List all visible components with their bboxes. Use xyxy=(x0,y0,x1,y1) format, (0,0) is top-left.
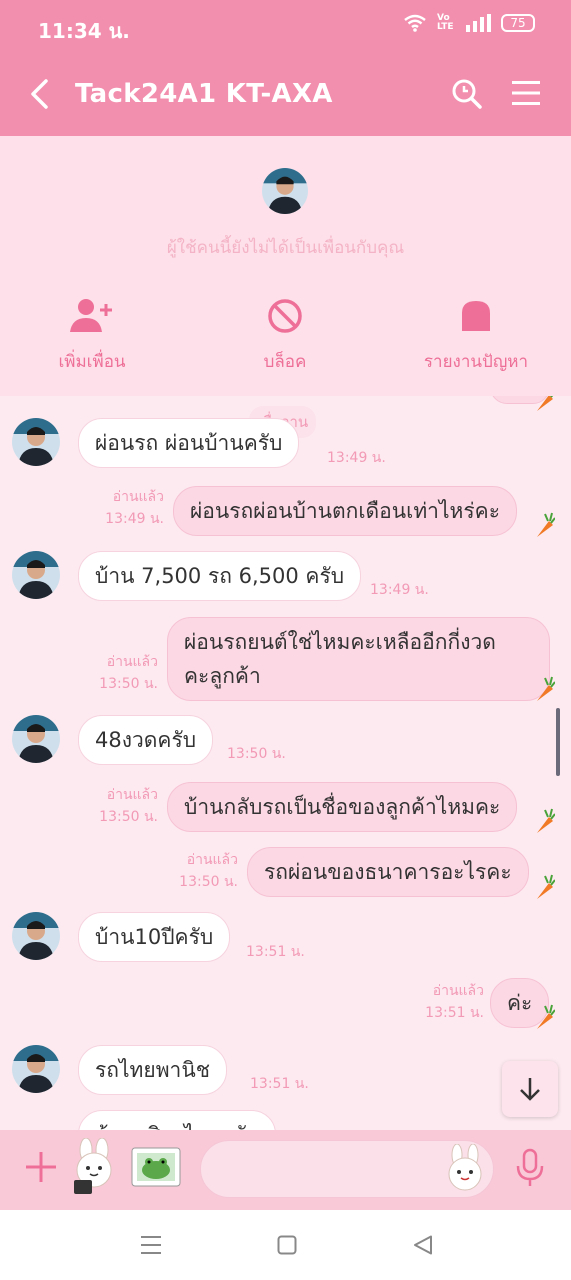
chat-header: Tack24A1 KT-AXA xyxy=(0,52,571,136)
message-time: 13:50 น. xyxy=(99,676,158,692)
message-time: 13:50 น. xyxy=(99,809,158,825)
message-meta: อ่านแล้ว 13:50 น. xyxy=(172,849,238,893)
microphone-icon[interactable] xyxy=(514,1148,546,1188)
message-meta: อ่านแล้ว 13:50 น. xyxy=(92,651,158,695)
add-friend-button[interactable]: เพิ่มเพื่อน xyxy=(52,296,132,375)
message-bubble-in[interactable]: 48งวดครับ xyxy=(78,715,214,765)
battery-icon: 75 xyxy=(501,14,535,32)
report-label: รายงานปัญหา xyxy=(423,352,529,372)
back-arrow-icon[interactable] xyxy=(28,78,52,110)
read-receipt: อ่านแล้ว xyxy=(106,787,158,803)
message-bubble-in[interactable]: ผ่อนรถ ผ่อนบ้านครับ xyxy=(78,418,300,468)
message-bubble-out[interactable]: ผ่อนรถยนต์ใช่ไหมคะเหลืออีกกี่งวด คะลูกค้… xyxy=(167,617,550,701)
profile-avatar[interactable] xyxy=(262,168,308,214)
block-label: บล็อค xyxy=(263,352,307,372)
chat-area[interactable]: เมื่อวาน ผ่อนรถ ผ่อนบ้านครับ 13:49 น. อ่… xyxy=(0,396,571,1130)
read-receipt: อ่านแล้ว xyxy=(186,852,238,868)
carrot-icon xyxy=(537,396,554,411)
sender-avatar[interactable] xyxy=(12,551,60,599)
sticker-cony-icon[interactable] xyxy=(68,1138,122,1200)
message-bubble-in[interactable]: บ้าน10ปีครับ xyxy=(78,912,231,962)
sticker-frog-icon[interactable] xyxy=(130,1144,182,1190)
volte-icon: Vo LTE xyxy=(437,13,454,32)
wifi-icon xyxy=(404,14,426,32)
message-line: ผ่อนรถยนต์ใช่ไหมคะเหลืออีกกี่งวด xyxy=(184,630,496,654)
message-time: 13:51 น. xyxy=(246,944,305,960)
read-receipt: อ่านแล้ว xyxy=(106,654,158,670)
arrow-down-icon xyxy=(520,1078,540,1101)
scrollbar[interactable] xyxy=(556,708,560,776)
sender-avatar[interactable] xyxy=(12,912,60,960)
message-time: 13:49 น. xyxy=(327,450,386,466)
message-bubble-in[interactable]: รถไทยพานิช xyxy=(78,1045,227,1095)
sender-avatar[interactable] xyxy=(12,715,60,763)
carrot-icon xyxy=(537,874,555,899)
sender-avatar[interactable] xyxy=(12,418,60,466)
menu-icon[interactable] xyxy=(512,80,540,106)
scroll-to-bottom-button[interactable] xyxy=(502,1061,558,1117)
status-bar: 11:34 น. Vo LTE 75 xyxy=(0,0,571,52)
search-icon[interactable] xyxy=(451,78,483,110)
home-icon[interactable] xyxy=(277,1235,297,1255)
chat-title: Tack24A1 KT-AXA xyxy=(75,79,333,109)
carrot-icon xyxy=(537,808,555,833)
block-button[interactable]: บล็อค xyxy=(245,296,325,375)
message-time: 13:51 น. xyxy=(250,1076,309,1092)
add-friend-label: เพิ่มเพื่อน xyxy=(58,352,126,372)
message-meta: อ่านแล้ว 13:50 น. xyxy=(92,784,158,828)
message-input-bar xyxy=(0,1130,571,1210)
message-meta: อ่านแล้ว 13:49 น. xyxy=(100,486,164,530)
report-button[interactable]: รายงานปัญหา xyxy=(410,296,542,375)
plus-icon[interactable] xyxy=(24,1150,58,1184)
message-line: คะลูกค้า xyxy=(184,664,261,688)
sender-avatar[interactable] xyxy=(12,1045,60,1093)
emoji-icon[interactable] xyxy=(444,1144,486,1192)
message-time: 13:50 น. xyxy=(227,746,286,762)
signal-icon xyxy=(466,14,491,32)
block-icon xyxy=(268,299,302,333)
message-time: 13:49 น. xyxy=(370,582,429,598)
status-time: 11:34 น. xyxy=(38,19,130,43)
read-receipt: อ่านแล้ว xyxy=(432,983,484,999)
message-meta: อ่านแล้ว 13:51 น. xyxy=(414,980,484,1024)
system-nav-bar xyxy=(0,1210,571,1280)
message-bubble-out[interactable]: รถผ่อนของธนาคารอะไรคะ xyxy=(247,847,529,897)
message-time: 13:49 น. xyxy=(105,511,164,527)
message-time: 13:50 น. xyxy=(179,874,238,890)
message-bubble-out[interactable]: บ้านกลับรถเป็นชื่อของลูกค้าไหมคะ xyxy=(167,782,518,832)
message-bubble-in[interactable]: บ้าน 7,500 รถ 6,500 ครับ xyxy=(78,551,362,601)
status-icons: Vo LTE 75 xyxy=(403,13,535,33)
carrot-icon xyxy=(537,676,555,701)
carrot-icon xyxy=(537,1004,555,1029)
message-bubble-in[interactable]: บ้านกสิกรไทยครับ xyxy=(78,1110,277,1130)
non-friend-panel: ผู้ใช้คนนี้ยังไม่ได้เป็นเพื่อนกับคุณ เพิ… xyxy=(0,136,571,396)
message-bubble-out[interactable]: ผ่อนรถผ่อนบ้านตกเดือนเท่าไหร่คะ xyxy=(173,486,517,536)
not-friend-notice: ผู้ใช้คนนี้ยังไม่ได้เป็นเพื่อนกับคุณ xyxy=(166,238,405,258)
back-icon[interactable] xyxy=(413,1235,433,1255)
read-receipt: อ่านแล้ว xyxy=(112,489,164,505)
message-time: 13:51 น. xyxy=(425,1005,484,1021)
carrot-icon xyxy=(537,512,555,537)
recent-apps-icon[interactable] xyxy=(140,1235,162,1255)
add-friend-icon xyxy=(70,299,112,332)
report-icon xyxy=(462,301,490,331)
